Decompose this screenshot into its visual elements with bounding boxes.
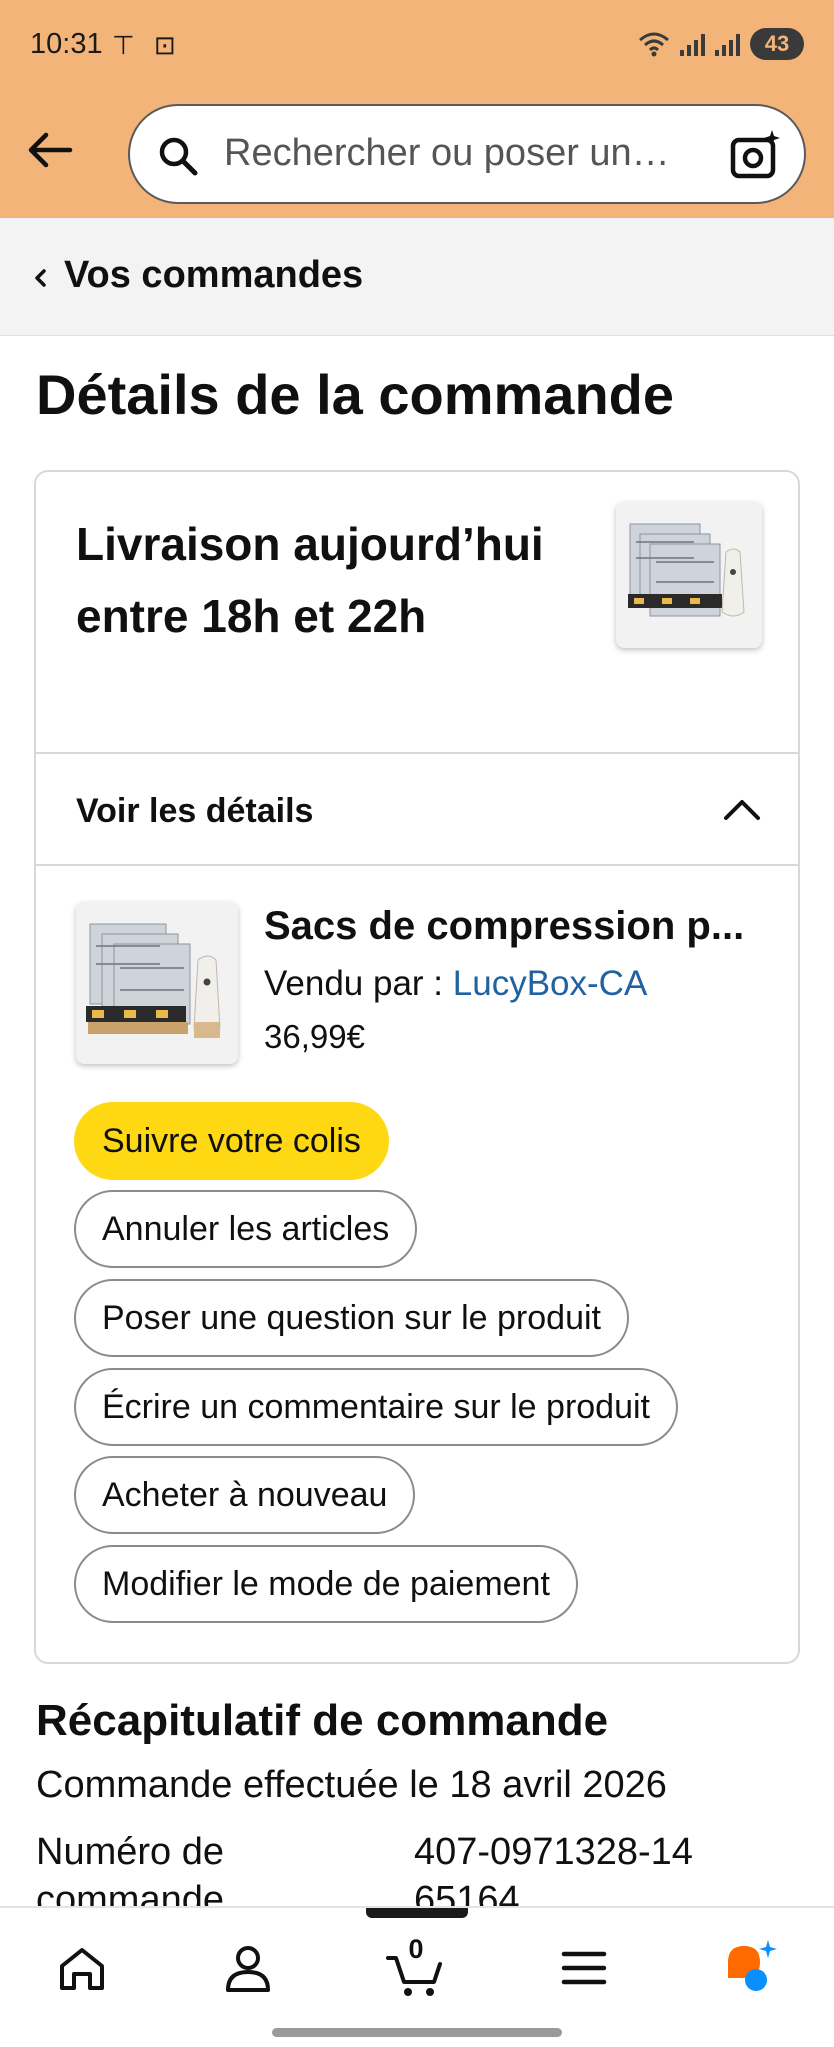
search-bar[interactable]: Rechercher ou poser un… bbox=[128, 104, 806, 204]
item-price: 36,99€ bbox=[264, 1018, 365, 1055]
page-title: Détails de la commande bbox=[36, 363, 675, 426]
status-time: 10:31 bbox=[30, 28, 103, 60]
menu-icon[interactable] bbox=[552, 1936, 616, 2000]
status-bar: 10:31 ⊤ ⊡ 43 bbox=[0, 0, 834, 92]
card-divider-2 bbox=[36, 864, 798, 866]
cancel-items-button[interactable]: Annuler les articles bbox=[74, 1190, 418, 1268]
ask-question-button[interactable]: Poser une question sur le produit bbox=[74, 1279, 629, 1357]
seller-link[interactable]: LucyBox-CA bbox=[453, 964, 648, 1003]
cart-button[interactable]: 0 bbox=[384, 1934, 448, 2000]
write-review-button[interactable]: Écrire un commentaire sur le produit bbox=[74, 1368, 679, 1446]
signal-icon bbox=[680, 32, 705, 56]
item-thumbnail[interactable] bbox=[76, 902, 238, 1064]
account-icon[interactable] bbox=[216, 1936, 280, 2000]
rufus-assistant-icon[interactable] bbox=[718, 1936, 782, 2000]
product-thumbnail[interactable] bbox=[616, 502, 762, 648]
active-tab-indicator bbox=[366, 1908, 468, 1918]
breadcrumb[interactable]: Vos commandes bbox=[0, 218, 834, 336]
order-date: Commande effectuée le 18 avril 2026 bbox=[36, 1764, 667, 1806]
summary-title: Récapitulatif de commande bbox=[36, 1696, 609, 1745]
buy-again-button[interactable]: Acheter à nouveau bbox=[74, 1456, 416, 1534]
battery-indicator: 43 bbox=[750, 28, 804, 60]
breadcrumb-label[interactable]: Vos commandes bbox=[64, 254, 363, 297]
product-image-icon bbox=[86, 923, 221, 1038]
signal-icon-2 bbox=[715, 32, 740, 56]
item-seller: Vendu par : LucyBox-CA bbox=[264, 964, 647, 1004]
cart-count: 0 bbox=[408, 1934, 424, 1964]
wifi-icon bbox=[639, 32, 669, 57]
gesture-bar bbox=[272, 2028, 562, 2037]
bottom-nav: 0 bbox=[0, 1906, 834, 2047]
see-details-toggle[interactable]: Voir les détails bbox=[76, 792, 313, 831]
card-divider bbox=[36, 752, 798, 754]
change-payment-button[interactable]: Modifier le mode de paiement bbox=[74, 1545, 578, 1623]
track-package-button[interactable]: Suivre votre colis bbox=[74, 1102, 389, 1180]
delivery-status: Livraison aujourd’hui entre 18h et 22h bbox=[76, 518, 544, 642]
status-notification-icons: ⊤ ⊡ bbox=[112, 30, 182, 60]
search-icon bbox=[159, 137, 198, 176]
search-input[interactable]: Rechercher ou poser un… bbox=[224, 132, 724, 175]
product-image-icon bbox=[628, 523, 745, 617]
order-card: Livraison aujourd’hui entre 18h et 22h V… bbox=[34, 470, 800, 1664]
back-arrow-icon[interactable] bbox=[24, 124, 76, 176]
home-icon[interactable] bbox=[50, 1936, 114, 2000]
camera-search-icon[interactable] bbox=[728, 128, 782, 182]
chevron-left-icon bbox=[35, 269, 46, 287]
chevron-up-icon[interactable] bbox=[720, 794, 764, 824]
seller-prefix: Vendu par : bbox=[264, 964, 453, 1003]
item-title[interactable]: Sacs de compression p... bbox=[264, 904, 764, 949]
status-right-group: 43 bbox=[638, 28, 804, 60]
